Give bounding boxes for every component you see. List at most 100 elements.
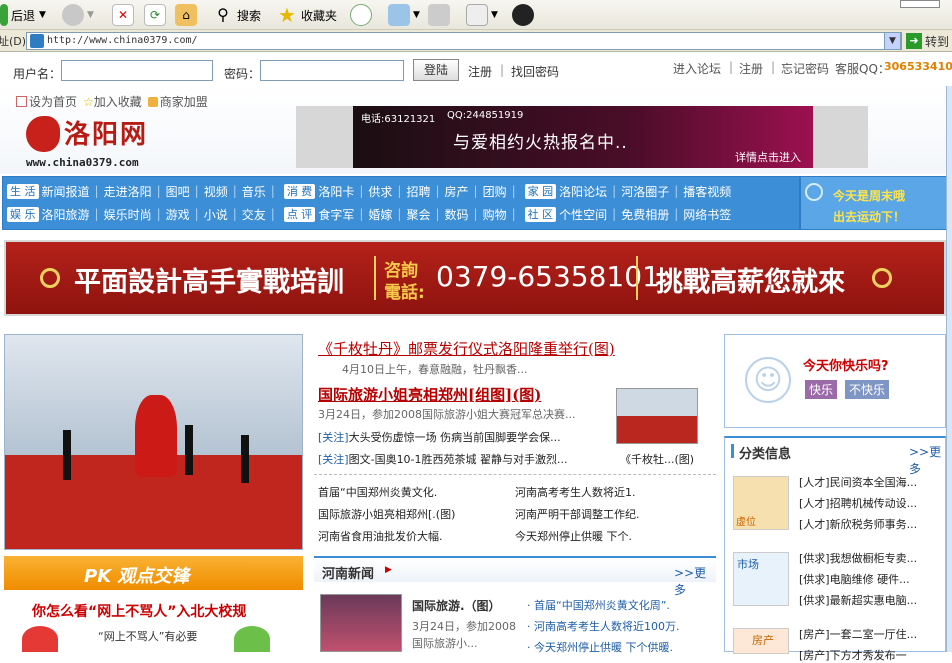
classified-item[interactable]: [供求]最新超实惠电脑... xyxy=(799,592,939,608)
nav-link[interactable]: 房产 xyxy=(445,183,469,200)
nav-link[interactable]: 个性空间 xyxy=(559,206,607,223)
nav-link[interactable]: 招聘 xyxy=(406,183,430,200)
classified-item[interactable]: [人才]新欣税务师事务... xyxy=(799,516,939,532)
classified-item[interactable]: [人才]招聘机械传动设... xyxy=(799,495,939,511)
nav-link[interactable]: 走进洛阳 xyxy=(104,183,152,200)
henan-news-link[interactable]: · 河南高考考生人数将近100万. xyxy=(527,618,717,634)
nav-link[interactable]: 购物 xyxy=(483,206,507,223)
service-qq[interactable]: 306533410 xyxy=(884,60,952,73)
nav-link[interactable]: 供求 xyxy=(368,183,392,200)
news-item-2[interactable]: [关注]图文-国奥10-1胜西苑茶城 翟静与对手激烈... xyxy=(318,451,608,467)
training-ad-banner[interactable]: 平面設計高手實戰培訓 咨詢 電話: 0379-65358101 挑戰高薪您就來 xyxy=(4,240,946,316)
site-logo[interactable]: 洛阳网 www.china0379.com xyxy=(26,114,168,170)
news-item-1[interactable]: [关注]大头受伤虚惊一场 伤病当前国脚要学会保... xyxy=(318,429,608,445)
add-favorite-link[interactable]: 加入收藏 xyxy=(94,93,142,110)
register-link[interactable]: 注册 xyxy=(468,63,492,80)
go-button[interactable]: ➜ 转到 xyxy=(906,32,949,50)
nav-link[interactable]: 河洛圈子 xyxy=(621,183,669,200)
nav-link[interactable]: 播客视频 xyxy=(683,183,731,200)
classified-item[interactable]: [人才]民间资本全国海... xyxy=(799,474,939,490)
username-input[interactable] xyxy=(61,60,213,81)
henan-news-link[interactable]: · 今天郑州停止供暖 下个供暖. xyxy=(527,639,717,655)
list-item[interactable]: 国际旅游小姐亮相郑州[.(图) xyxy=(318,506,508,522)
nav-link[interactable]: 婚嫁 xyxy=(368,206,392,223)
nav-link[interactable]: 食字军 xyxy=(318,206,354,223)
henan-more-link[interactable]: >>更多 xyxy=(674,564,716,598)
nav-link[interactable]: 网络书签 xyxy=(683,206,731,223)
nav-category-tag[interactable]: 社 区 xyxy=(524,206,557,222)
favorites-button[interactable]: ★ 收藏夹 xyxy=(276,3,337,27)
nav-link[interactable]: 音乐 xyxy=(242,183,266,200)
set-home-link[interactable]: 设为首页 xyxy=(29,93,77,110)
henan-feature-title[interactable]: 国际旅游.（图） xyxy=(412,597,501,614)
nav-link[interactable]: 团购 xyxy=(483,183,507,200)
nav-row-1: 生 活新闻报道 | 走进洛阳 | 图吧 | 视频 | 音乐 | 消 费洛阳卡 | 供求 | 招聘 | 房产 | 团购… xyxy=(3,179,731,203)
headline-2[interactable]: 国际旅游小姐亮相郑州[组图](图) xyxy=(318,384,541,405)
nav-link[interactable]: 聚会 xyxy=(406,206,430,223)
nav-link[interactable]: 免费相册 xyxy=(621,206,669,223)
nav-link[interactable]: 交友 xyxy=(242,206,266,223)
nav-link[interactable]: 洛阳旅游 xyxy=(42,206,90,223)
register-link-2[interactable]: 注册 xyxy=(739,60,763,77)
pk-question[interactable]: 你怎么看“网上不骂人”入北大校规 xyxy=(32,601,246,621)
back-button[interactable]: 后退 ▼ xyxy=(0,3,46,27)
forum-link[interactable]: 进入论坛 xyxy=(673,60,721,77)
headline-1[interactable]: 《千枚牡丹》邮票发行仪式洛阳隆重举行(图) xyxy=(318,338,615,359)
happy-button[interactable]: 快乐 xyxy=(805,380,838,399)
mail-button[interactable]: ▼ xyxy=(388,3,420,27)
find-password-link[interactable]: 找回密码 xyxy=(511,63,559,80)
list-item[interactable]: 河南严明干部调整工作纪. xyxy=(515,506,705,522)
classified-more-link[interactable]: >>更多 xyxy=(909,443,945,477)
refresh-button[interactable]: ⟳ xyxy=(144,3,169,27)
nav-category-tag[interactable]: 娱 乐 xyxy=(7,206,39,222)
nav-category-tag[interactable]: 生 活 xyxy=(7,183,39,199)
classified-item[interactable]: [房产]一套二室一厅住... xyxy=(799,626,939,642)
nav-category-tag[interactable]: 点 评 xyxy=(283,206,316,222)
henan-news-link[interactable]: · 首届“中国郑州炎黄文化周”. xyxy=(527,597,717,613)
url-input[interactable]: http://www.china0379.com/ xyxy=(26,32,902,50)
henan-feature-photo[interactable] xyxy=(320,594,402,652)
home-button[interactable]: ⌂ xyxy=(175,3,200,27)
nav-link[interactable]: 视频 xyxy=(204,183,228,200)
nav-separator: | xyxy=(232,184,237,198)
nav-link[interactable]: 洛阳卡 xyxy=(318,183,354,200)
history-button[interactable] xyxy=(350,3,375,27)
nav-link[interactable]: 小说 xyxy=(204,206,228,223)
print-button[interactable] xyxy=(428,3,453,27)
login-button[interactable]: 登陆 xyxy=(413,59,459,81)
nav-link[interactable]: 新闻报道 xyxy=(42,183,90,200)
nav-link[interactable]: 游戏 xyxy=(166,206,190,223)
window-control[interactable] xyxy=(900,0,940,8)
forgot-password-link[interactable]: 忘记密码 xyxy=(781,60,829,77)
nav-link[interactable]: 图吧 xyxy=(166,183,190,200)
classified-item[interactable]: [供求]电脑维修 硬件... xyxy=(799,571,939,587)
forward-button[interactable]: ▼ xyxy=(62,3,94,27)
list-item[interactable]: 首届“中国郑州炎黄文化. xyxy=(318,484,508,500)
url-dropdown-icon[interactable]: ▼ xyxy=(884,32,901,50)
service-label: 客服QQ： xyxy=(835,62,890,76)
thumbnail-caption[interactable]: 《千枚牡...(图) xyxy=(620,451,694,467)
list-item[interactable]: 河南高考考生人数将近1. xyxy=(515,484,705,500)
list-item[interactable]: 河南省食用油批发价大幅. xyxy=(318,528,508,544)
edit-button[interactable]: ▼ xyxy=(466,3,498,27)
nav-category-tag[interactable]: 消 费 xyxy=(283,183,316,199)
nav-link[interactable]: 数码 xyxy=(445,206,469,223)
nav-link[interactable]: 洛阳论坛 xyxy=(559,183,607,200)
nav-category-tag[interactable]: 家 园 xyxy=(524,183,557,199)
nav-link[interactable]: 娱乐时尚 xyxy=(104,206,152,223)
classified-item[interactable]: [供求]我想做橱柜专卖... xyxy=(799,550,939,566)
header-ad-content[interactable]: 电话:63121321 QQ:244851919 与爱相约火热报名中.. 详情点… xyxy=(353,106,813,168)
stamp-thumbnail[interactable] xyxy=(616,388,698,444)
nav-separator: | xyxy=(511,207,516,221)
password-input[interactable] xyxy=(260,60,404,81)
page-scrollbar[interactable] xyxy=(946,86,952,652)
classified-item[interactable]: [房产]下方才秀发布一 xyxy=(799,647,939,663)
messenger-button[interactable] xyxy=(512,3,537,27)
merchant-join-link[interactable]: 商家加盟 xyxy=(160,93,208,110)
stop-button[interactable]: ✕ xyxy=(112,3,137,27)
search-button[interactable]: ⚲ 搜索 xyxy=(212,3,261,27)
star-small-icon: ☆ xyxy=(83,94,94,109)
list-item[interactable]: 今天郑州停止供暖 下个. xyxy=(515,528,705,544)
unhappy-button[interactable]: 不快乐 xyxy=(845,380,890,399)
headline-photo[interactable] xyxy=(4,334,303,550)
